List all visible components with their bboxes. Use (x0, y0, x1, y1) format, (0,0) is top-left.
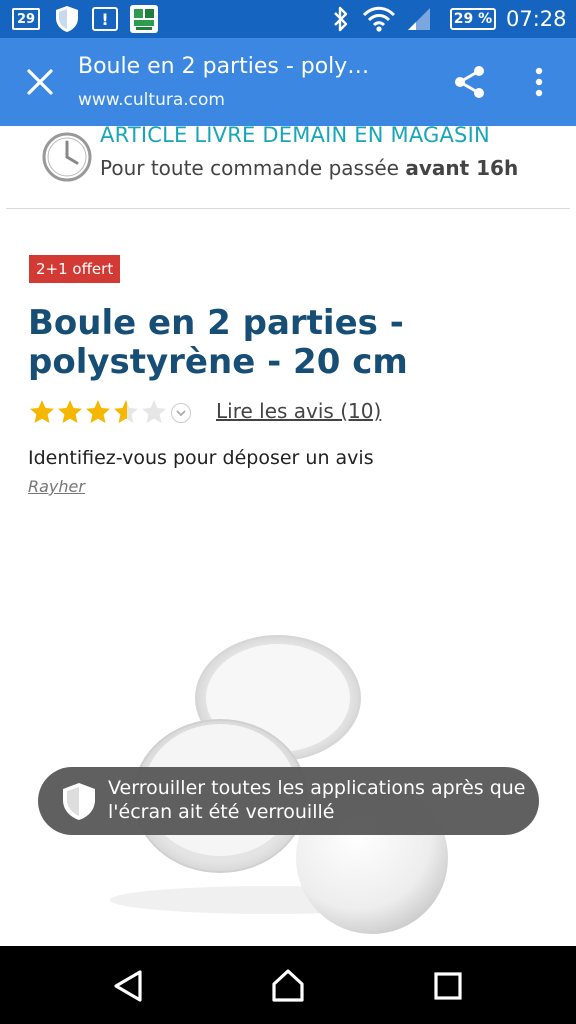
status-bar: 29 ! 29 % 07:28 (0, 0, 576, 38)
home-icon[interactable] (266, 964, 310, 1008)
recent-apps-icon[interactable] (426, 964, 470, 1008)
shield-icon (60, 781, 98, 821)
brand-link[interactable]: Rayher (28, 477, 85, 496)
star-half-icon (114, 400, 138, 423)
alert-icon: ! (92, 0, 118, 38)
back-icon[interactable] (106, 964, 150, 1008)
star-icon (86, 400, 110, 423)
more-vert-icon[interactable] (524, 62, 554, 102)
page-url: www.cultura.com (78, 90, 225, 110)
calendar-icon: 29 (12, 0, 42, 38)
product-title: Boule en 2 parties - polystyrène - 20 cm (28, 303, 408, 382)
offer-badge: 2+1 offert (29, 255, 121, 283)
clock-icon (40, 130, 94, 184)
star-icon (30, 400, 54, 423)
share-icon[interactable] (450, 62, 490, 102)
page-title: Boule en 2 parties - poly… (78, 54, 370, 79)
delivery-headline: ARTICLE LIVRÉ DEMAIN EN MAGASIN (100, 123, 490, 147)
shield-icon (54, 0, 80, 38)
signal-icon (406, 0, 432, 38)
chevron-down-icon[interactable] (171, 403, 191, 423)
star-empty-icon (142, 400, 166, 423)
battery-percent: 29 % (450, 8, 496, 30)
star-icon (58, 400, 82, 423)
star-rating[interactable] (28, 398, 168, 426)
toast-message: Verrouiller toutes les applications aprè… (108, 777, 526, 823)
bluetooth-icon (332, 0, 350, 38)
login-review-prompt[interactable]: Identifiez-vous pour déposer un avis (28, 447, 374, 469)
divider (6, 208, 570, 209)
read-reviews-link[interactable]: Lire les avis (10) (216, 399, 381, 423)
app-notification-icon (130, 0, 158, 38)
navigation-bar (0, 946, 576, 1024)
delivery-promo: ARTICLE LIVRÉ DEMAIN EN MAGASIN Pour tou… (0, 123, 576, 210)
delivery-subtext-prefix: Pour toute commande passée (100, 156, 406, 180)
wifi-icon (362, 0, 396, 38)
delivery-subtext: Pour toute commande passée avant 16h (100, 156, 518, 180)
battery-icon: 29 % (450, 0, 496, 38)
status-time: 07:28 (506, 7, 567, 31)
close-icon[interactable] (20, 62, 60, 102)
browser-toolbar: Boule en 2 parties - poly… www.cultura.c… (0, 38, 576, 126)
delivery-deadline: avant 16h (405, 156, 519, 180)
app-lock-toast: Verrouiller toutes les applications aprè… (38, 767, 539, 835)
calendar-day: 29 (12, 8, 40, 30)
